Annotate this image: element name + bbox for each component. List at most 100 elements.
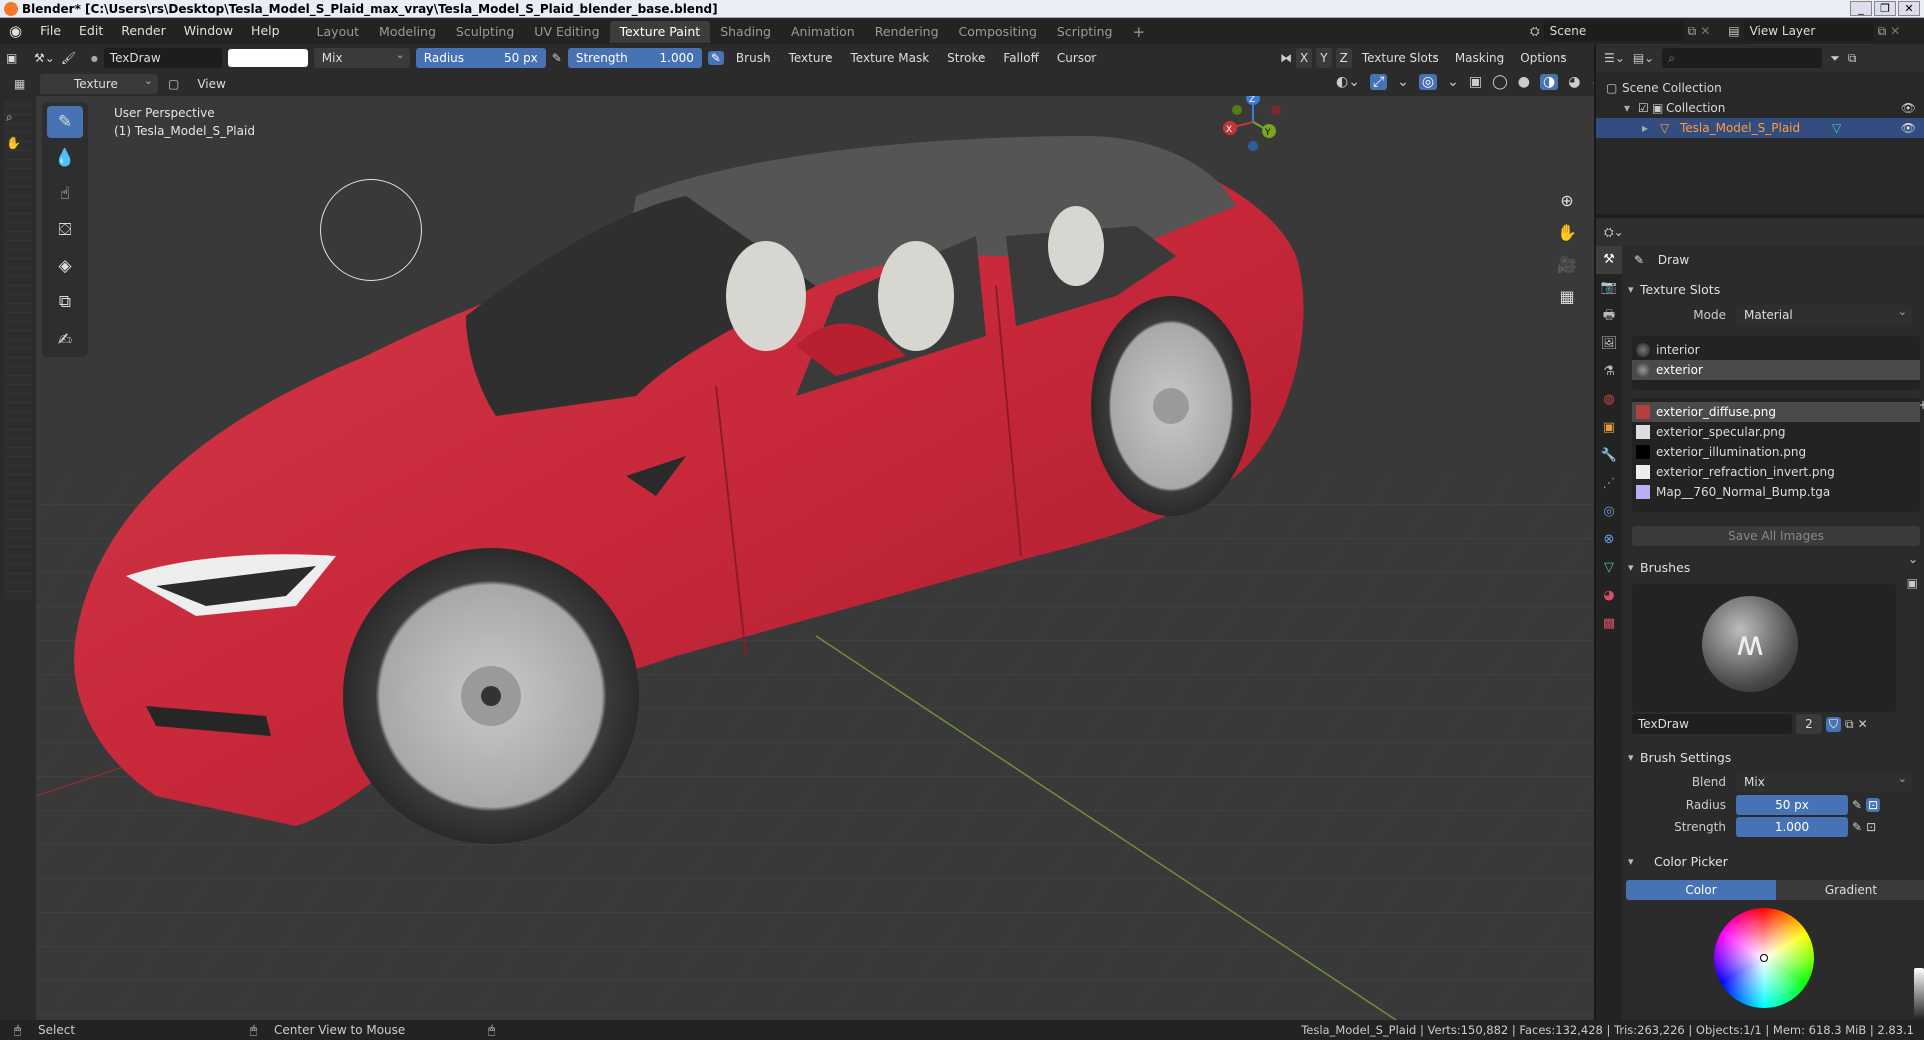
texture-mask-menu[interactable]: Texture Mask — [845, 45, 936, 68]
physics-tab-icon[interactable]: ◎ — [1596, 498, 1622, 526]
brush-settings-section[interactable]: Brush Settings — [1626, 746, 1924, 770]
visibility-icon[interactable]: ◐⌄ — [1336, 74, 1360, 90]
brush-menu[interactable]: Brush — [730, 45, 777, 68]
render-tab-icon[interactable]: 📷 — [1596, 274, 1622, 302]
perspective-grid-icon[interactable]: ▦ — [1554, 284, 1580, 310]
mirror-x-toggle[interactable]: X — [1296, 48, 1313, 68]
data-tab-icon[interactable]: ▽ — [1596, 554, 1622, 582]
draw-tool-icon[interactable]: ✎ — [47, 106, 83, 138]
masking-menu[interactable]: Masking — [1449, 45, 1510, 68]
color-wheel-cursor[interactable] — [1760, 954, 1768, 962]
mask-tool-icon[interactable]: ⧉ — [47, 286, 83, 318]
gradient-tab[interactable]: Gradient — [1776, 880, 1924, 900]
image-item[interactable]: Map__760_Normal_Bump.tga — [1632, 482, 1920, 502]
blend-dropdown[interactable]: Mix — [313, 45, 410, 68]
material-item-exterior[interactable]: exterior — [1632, 360, 1920, 380]
maximize-button[interactable]: ❐ — [1874, 1, 1896, 16]
smear-tool-icon[interactable]: ☝ — [47, 178, 83, 210]
collection-expand-icon[interactable]: ▾ — [1624, 98, 1630, 118]
brush-image-icon[interactable]: ▣ — [1907, 576, 1918, 590]
radius-pressure-icon[interactable]: ✎ — [552, 51, 562, 65]
properties-editor-icon[interactable]: ⛭⌄ — [1604, 225, 1624, 239]
gizmo-toggle-icon[interactable]: ⤢ — [1369, 74, 1388, 90]
color-wheel[interactable] — [1714, 908, 1814, 1008]
new-scene-icon[interactable]: ⧉ — [1688, 24, 1697, 39]
mirror-z-toggle[interactable]: Z — [1335, 48, 1352, 68]
texture-menu[interactable]: Texture — [783, 45, 839, 68]
radius-pressure-toggle-icon[interactable]: ⊡ — [1866, 798, 1881, 812]
rendered-shading-icon[interactable]: ◕ — [1568, 74, 1580, 90]
strength-pen-icon[interactable]: ✎ — [1852, 820, 1862, 834]
mode-dropdown[interactable]: Texture Paint — [40, 71, 158, 111]
clone-tool-icon[interactable]: ⛋ — [47, 214, 83, 246]
scene-tab-icon[interactable]: ⚗ — [1596, 358, 1622, 386]
view-layer-tab-icon[interactable]: 🖼 — [1596, 330, 1622, 358]
material-tab-icon[interactable]: ◕ — [1596, 582, 1622, 610]
tool-tab-icon[interactable]: ⚒ — [1596, 246, 1622, 274]
symmetry-icon[interactable]: ⧓ — [1280, 51, 1292, 65]
output-tab-icon[interactable]: 🖶 — [1596, 302, 1622, 330]
mirror-y-toggle[interactable]: Y — [1316, 48, 1332, 68]
wireframe-shading-icon[interactable]: ◯ — [1492, 74, 1508, 90]
menu-help[interactable]: Help — [242, 18, 289, 44]
camera-icon[interactable]: 🎥 — [1554, 252, 1580, 278]
collection-checkbox[interactable]: ☑ — [1638, 98, 1649, 118]
tab-texture-paint[interactable]: Texture Paint — [609, 21, 711, 43]
xray-icon[interactable]: ▣ — [1469, 74, 1482, 90]
constraints-tab-icon[interactable]: ⊗ — [1596, 526, 1622, 554]
view-layer-icon[interactable]: ▤ — [1728, 24, 1739, 38]
particles-tab-icon[interactable]: ⋰ — [1596, 470, 1622, 498]
material-shading-icon[interactable]: ◑ — [1539, 74, 1559, 90]
3d-viewport[interactable]: Z X Y User Perspective (1) Tesla_Model_S… — [36, 96, 1594, 1020]
strength-slider-prop[interactable]: 1.000 — [1736, 817, 1848, 837]
image-item[interactable]: exterior_specular.png — [1632, 422, 1920, 442]
fake-user-shield-icon[interactable]: ⛉ — [1826, 716, 1842, 732]
cursor-menu[interactable]: Cursor — [1051, 45, 1102, 68]
color-picker-section[interactable]: Color Picker — [1626, 850, 1924, 874]
filter-icon[interactable]: ⏷ — [1830, 51, 1840, 66]
blender-menu-icon[interactable]: ◉ — [0, 18, 31, 44]
mode-select[interactable]: Material — [1736, 302, 1912, 325]
brush-preview[interactable]: ʍ — [1632, 584, 1896, 712]
menu-render[interactable]: Render — [112, 18, 175, 44]
falloff-menu[interactable]: Falloff — [997, 45, 1044, 68]
display-mode-icon[interactable]: ▤⌄ — [1633, 51, 1654, 65]
brush-list-dropdown-icon[interactable]: ⌄ — [1908, 552, 1918, 566]
value-slider[interactable] — [1914, 968, 1924, 1020]
menu-file[interactable]: File — [31, 18, 70, 44]
save-all-images-button[interactable]: Save All Images — [1632, 526, 1920, 546]
editor-type-icon[interactable]: ▣ — [6, 51, 28, 65]
object-expand-icon[interactable]: ▸ — [1642, 118, 1648, 138]
new-view-layer-icon[interactable]: ⧉ — [1878, 24, 1887, 39]
fill-tool-icon[interactable]: ◈ — [47, 250, 83, 282]
tab-uv-editing[interactable]: UV Editing — [524, 21, 609, 43]
radius-slider-prop[interactable]: 50 px — [1736, 795, 1848, 815]
color-tab[interactable]: Color — [1626, 880, 1776, 900]
tab-scripting[interactable]: Scripting — [1047, 21, 1123, 43]
tab-sculpting[interactable]: Sculpting — [446, 21, 524, 43]
object-row[interactable]: ▸ ▽ Tesla_Model_S_Plaid ▽ 👁 — [1596, 118, 1924, 138]
object-tab-icon[interactable]: ▣ — [1596, 414, 1622, 442]
brushes-section[interactable]: Brushes — [1626, 556, 1924, 580]
new-collection-icon[interactable]: ⧉ — [1848, 51, 1857, 66]
brush-icon[interactable]: 🖌 — [61, 51, 85, 65]
tab-layout[interactable]: Layout — [307, 21, 370, 43]
tab-rendering[interactable]: Rendering — [865, 21, 949, 43]
add-workspace-button[interactable]: + — [1123, 21, 1156, 43]
annotate-tool-icon[interactable]: ✍ — [47, 324, 83, 356]
world-tab-icon[interactable]: ◍ — [1596, 386, 1622, 414]
view-layer-field[interactable]: View Layer — [1743, 21, 1874, 41]
image-item[interactable]: exterior_diffuse.png — [1632, 402, 1920, 422]
menu-edit[interactable]: Edit — [70, 18, 112, 44]
delete-view-layer-icon[interactable]: ✕ — [1890, 24, 1900, 38]
soften-tool-icon[interactable]: 💧 — [47, 142, 83, 174]
duplicate-brush-icon[interactable]: ⧉ — [1845, 717, 1854, 732]
color-swatch[interactable] — [227, 49, 308, 67]
brush-users-count[interactable]: 2 — [1796, 714, 1822, 734]
minimize-button[interactable]: _ — [1850, 1, 1872, 16]
solid-shading-icon[interactable]: ● — [1518, 74, 1530, 90]
gizmo-dropdown-icon[interactable]: ⌄ — [1397, 74, 1409, 90]
material-item-interior[interactable]: interior — [1632, 340, 1920, 360]
tab-animation[interactable]: Animation — [781, 21, 865, 43]
overlay-dropdown-icon[interactable]: ⌄ — [1447, 74, 1459, 90]
